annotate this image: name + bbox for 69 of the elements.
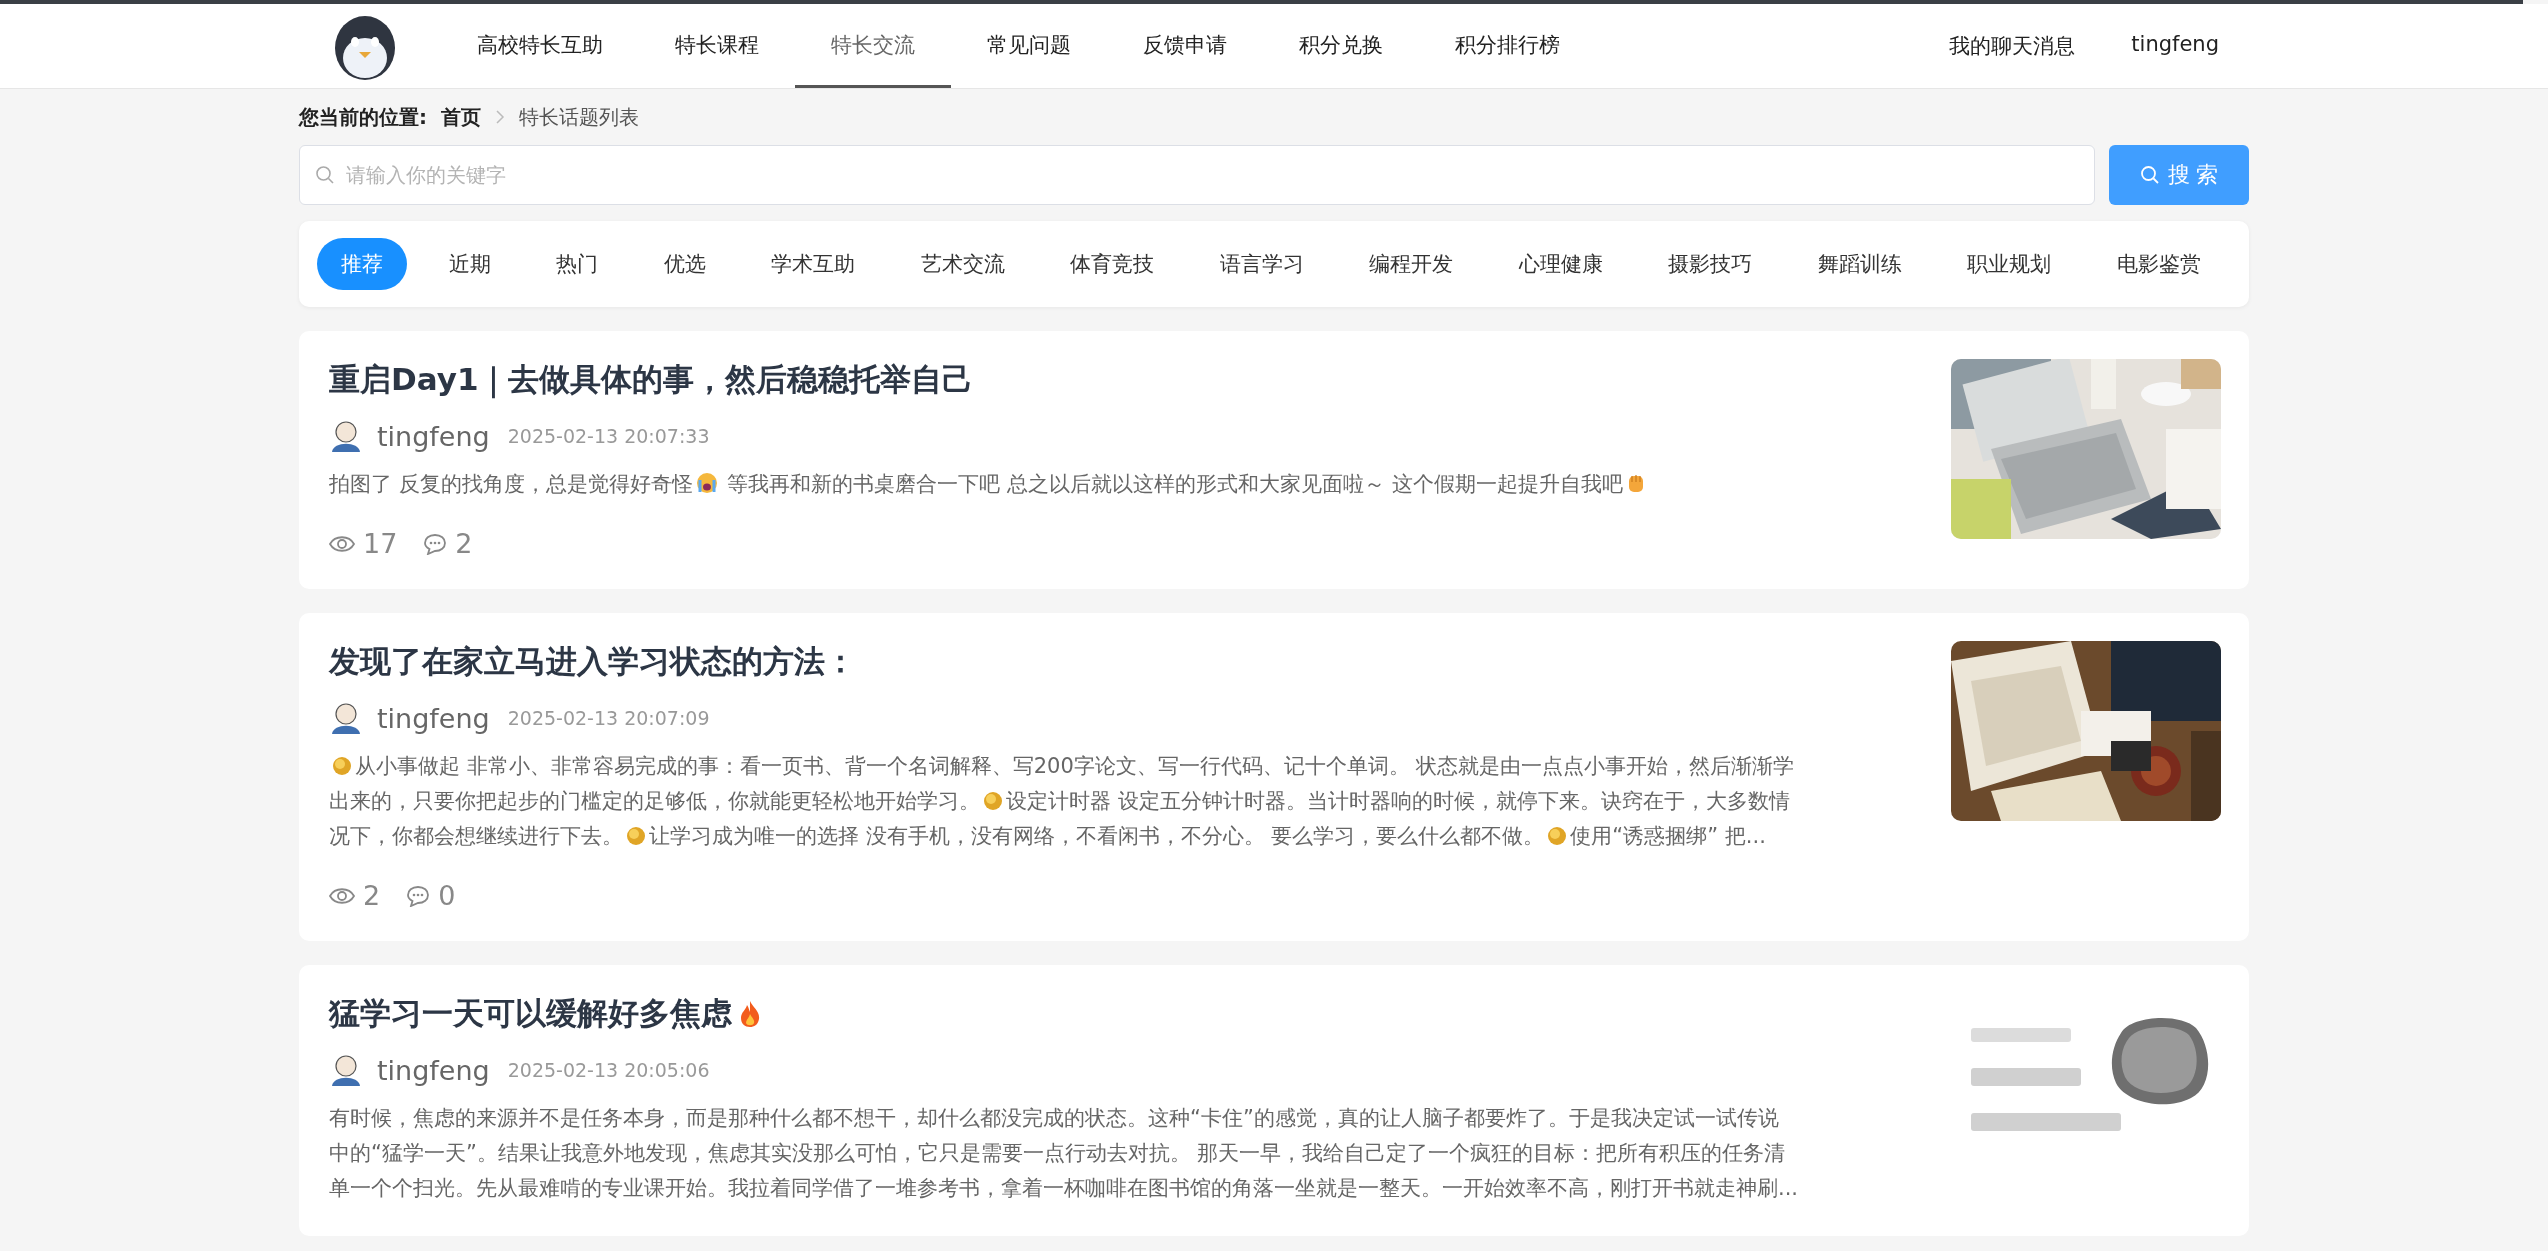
category-tab[interactable]: 体育竞技	[1046, 238, 1179, 290]
nav-tab[interactable]: 特长交流	[795, 4, 951, 88]
category-tab[interactable]: 心理健康	[1494, 238, 1627, 290]
chevron-icon	[495, 110, 505, 124]
post-title[interactable]: 猛学习一天可以缓解好多焦虑	[329, 993, 732, 1035]
nav-tab[interactable]: 反馈申请	[1107, 4, 1263, 88]
breadcrumb-current: 特长话题列表	[519, 103, 639, 131]
avatar-icon	[329, 701, 363, 735]
category-tab[interactable]: 语言学习	[1195, 238, 1328, 290]
category-tab[interactable]: 艺术交流	[896, 238, 1029, 290]
breadcrumb-label: 您当前的位置:	[299, 103, 427, 131]
comment-count: 2	[455, 528, 473, 559]
author-name[interactable]: tingfeng	[377, 1054, 490, 1086]
coin-icon	[1547, 826, 1568, 846]
breadcrumb-link[interactable]: 首页	[441, 103, 481, 131]
comment-icon	[423, 532, 448, 555]
nav-link[interactable]: 我的聊天消息	[1949, 32, 2076, 60]
post-excerpt: 出来的，只要你把起步的门槛定的足够低，你就能更轻松地开始学习。	[329, 789, 980, 813]
nav-tab[interactable]: 积分排行榜	[1419, 4, 1596, 88]
nav-link[interactable]: tingfeng	[2131, 32, 2219, 60]
coin-icon	[332, 756, 352, 776]
author-name[interactable]: tingfeng	[377, 702, 490, 734]
search-icon	[315, 165, 335, 185]
post-excerpt: 使用“诱惑捆绑” 把...	[1570, 824, 1766, 848]
post-time: 2025-02-13 20:07:33	[507, 425, 710, 447]
avatar-icon	[329, 1053, 363, 1087]
post-card[interactable]	[299, 965, 2249, 1236]
post-excerpt: 拍图了 反复的找角度，总是觉得好奇怪	[329, 472, 693, 496]
nav-tab[interactable]: 特长课程	[639, 4, 795, 88]
post-title[interactable]: 重启Day1｜去做具体的事，然后稳稳托举自己	[329, 359, 974, 401]
crying-emoji-icon	[695, 472, 718, 494]
nav-tab[interactable]: 常见问题	[951, 4, 1107, 88]
post-excerpt: 等我再和新的书桌磨合一下吧 总之以后就以这样的形式和大家见面啦～ 这个假期一起提升自我吧	[726, 472, 1623, 496]
post-excerpt: 中的“猛学一天”。结果让我意外地发现，焦虑其实没那么可怕，它只是需要一点行动去对抗。 那天一早，我给自己定了一个疯狂的目标：把所有积压的任务清	[329, 1141, 1786, 1165]
search-icon	[2139, 165, 2160, 185]
post-excerpt: 从小事做起 非常小、非常容易完成的事：看一页书、背一个名词解释、写200字论文、写一行代码、记十个单词。 状态就是由一点点小事开始，然后渐渐学	[355, 754, 1795, 778]
category-tab[interactable]: 舞蹈训练	[1793, 238, 1926, 290]
post-card[interactable]	[299, 613, 2249, 941]
nav-tab[interactable]: 高校特长互助	[441, 4, 639, 88]
post-excerpt: 有时候，焦虑的来源并不是任务本身，而是那种什么都不想干，却什么都没完成的状态。这种“卡住”的感觉，真的让人脑子都要炸了。于是我决定试一试传说	[329, 1106, 1779, 1130]
post-title[interactable]: 发现了在家立马进入学习状态的方法：	[329, 641, 856, 683]
comment-count: 0	[438, 880, 456, 911]
view-count: 17	[363, 528, 398, 559]
avatar-icon	[329, 419, 363, 453]
author-name[interactable]: tingfeng	[377, 420, 490, 452]
post-card[interactable]: 重启Day1｜去做具体的事，然后稳稳托举自己 tingfeng 2025-02-13 20:07:33 拍图了 反复的找角度，总是觉得好奇怪 等我再和新的书桌磨合一下吧 总之以后就以这样的形式和大家见面啦～ 这个假期一起提升自我吧 17 2	[299, 331, 2249, 589]
comment-icon	[406, 884, 431, 907]
category-tab[interactable]: 近期	[424, 238, 515, 290]
post-time: 2025-02-13 20:05:06	[507, 1059, 710, 1081]
view-count: 2	[363, 880, 381, 911]
post-excerpt: 况下，你都会想继续进行下去。	[329, 824, 623, 848]
post-time: 2025-02-13 20:07:09	[507, 707, 710, 729]
category-tab[interactable]: 热门	[532, 238, 623, 290]
fire-icon	[739, 1000, 761, 1028]
views-icon	[329, 533, 355, 554]
category-tab[interactable]: 电影鉴赏	[2092, 238, 2225, 290]
coin-icon	[983, 791, 1003, 811]
nav-tab[interactable]: 积分兑换	[1263, 4, 1419, 88]
search-field[interactable]: 请输入你的关键字	[299, 145, 2095, 205]
category-tab[interactable]: 摄影技巧	[1644, 238, 1777, 290]
category-tab[interactable]: 优选	[639, 238, 730, 290]
coin-icon	[626, 826, 646, 846]
category-tab[interactable]: 编程开发	[1345, 238, 1478, 290]
category-tab[interactable]: 职业规划	[1943, 238, 2076, 290]
post-excerpt: 设定计时器 设定五分钟计时器。当计时器响的时候，就停下来。诀窍在于，大多数情	[1006, 789, 1790, 813]
category-tab[interactable]: 学术互助	[747, 238, 880, 290]
views-icon	[329, 885, 355, 906]
post-excerpt: 单一个个扫光。先从最难啃的专业课开始。我拉着同学借了一堆参考书，拿着一杯咖啡在图书馆的角落一坐就是一整天。一开始效率不高，刚打开书就走神刷...	[329, 1176, 1799, 1200]
post-excerpt: 让学习成为唯一的选择 没有手机，没有网络，不看闲书，不分心。 要么学习，要么什么都不做。	[649, 824, 1545, 848]
